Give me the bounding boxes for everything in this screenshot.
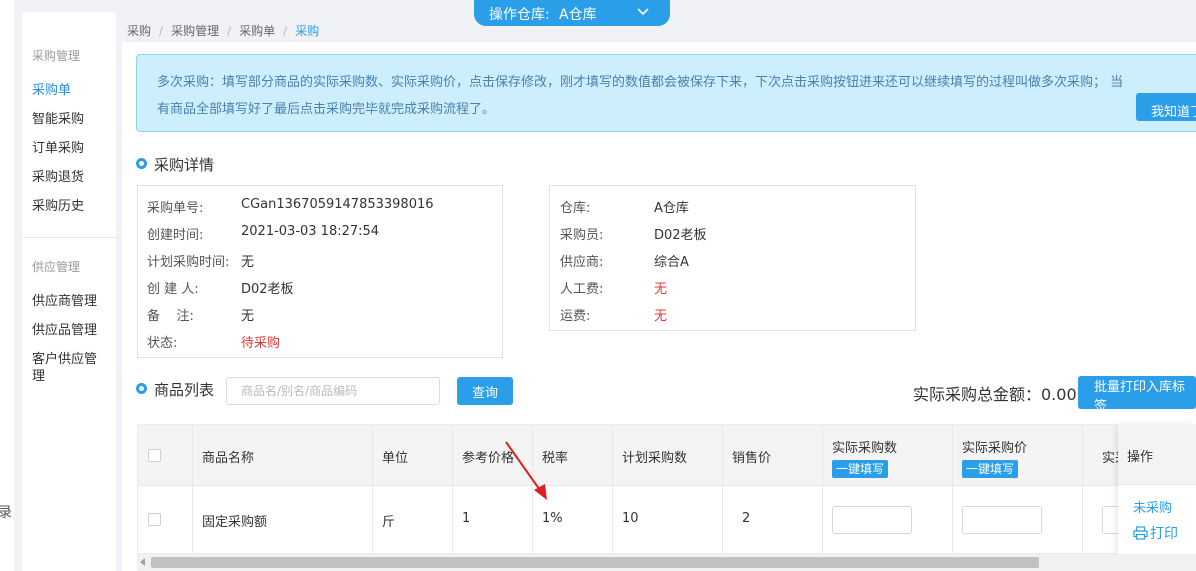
notice-text-line1: 多次采购：填写部分商品的实际采购数、实际采购价，点击保存修改，刚才填写的数值都会… (157, 75, 1124, 90)
info-label: 采购单号: (147, 201, 204, 216)
info-label: 计划采购时间: (147, 255, 230, 270)
info-label: 人工费: (560, 282, 604, 297)
supplier: 综合A (654, 255, 689, 270)
sidebar-item-supplier-mgmt[interactable]: 供应商管理 (32, 293, 112, 310)
actual-price-input[interactable] (962, 506, 1042, 534)
search-button[interactable]: 查询 (457, 377, 513, 405)
total-amount: 实际采购总金额：0.00 (913, 385, 1077, 404)
notice-dismiss-button[interactable]: 我知道了 (1136, 93, 1196, 121)
breadcrumb-current: 采购 (295, 24, 320, 38)
scroll-left-icon[interactable] (140, 558, 145, 566)
sidebar-item-supply-goods-mgmt[interactable]: 供应品管理 (32, 322, 112, 339)
buyer: D02老板 (654, 228, 707, 243)
left-edge-glyph: 录 (0, 505, 12, 521)
breadcrumb-item-purchase-order[interactable]: 采购单 (239, 24, 275, 38)
info-label: 创建时间: (147, 228, 204, 243)
info-label: 采购员: (560, 228, 604, 243)
sidebar-group-supply-title: 供应管理 (32, 260, 81, 274)
warehouse-label: 操作仓库: (489, 7, 550, 23)
printer-icon (1133, 526, 1148, 540)
breadcrumb-item-purchase-mgmt[interactable]: 采购管理 (171, 24, 219, 38)
sidebar-item-customer-supply-mgmt[interactable]: 客户供应管理 (32, 351, 104, 385)
scrollbar-thumb[interactable] (151, 557, 1039, 568)
order-number: CGan1367059147853398016 (241, 197, 434, 212)
print-link[interactable]: 打印 (1133, 523, 1178, 543)
detail-section-title: 采购详情 (154, 156, 215, 174)
info-label: 仓库: (560, 201, 591, 216)
product-name: 固定采购额 (202, 515, 268, 530)
breadcrumb: 采购 / 采购管理 / 采购单 / 采购 (127, 24, 320, 38)
notice-text-line2: 有商品全部填写好了最后点击采购完毕就完成采购流程了。 (157, 102, 496, 117)
fill-actual-price-button[interactable]: 一键填写 (962, 460, 1019, 478)
operation-column: 操作 未采购 打印 (1118, 424, 1196, 554)
sidebar-item-smart-purchase[interactable]: 智能采购 (32, 111, 112, 128)
planned-time: 无 (241, 255, 255, 270)
section-bullet-icon (136, 383, 147, 394)
sidebar-divider (22, 237, 116, 238)
annotation-arrow-icon (505, 441, 547, 500)
sale-price: 2 (742, 511, 751, 526)
row-checkbox[interactable] (148, 513, 161, 526)
sidebar-item-purchase-history[interactable]: 采购历史 (32, 198, 112, 215)
warehouse-selector[interactable]: 操作仓库: A仓库 (474, 0, 670, 26)
sidebar: 采购管理 采购单 智能采购 订单采购 采购退货 采购历史 供应管理 供应商管理 … (22, 12, 116, 571)
print-link-label: 打印 (1150, 526, 1178, 542)
warehouse-value: A仓库 (559, 7, 597, 23)
not-purchased-link[interactable]: 未采购 (1133, 497, 1172, 516)
detail-info-left: 采购单号: CGan1367059147853398016 创建时间: 2021… (137, 185, 503, 358)
select-all-checkbox[interactable] (148, 449, 161, 462)
info-label: 供应商: (560, 255, 604, 270)
batch-print-labels-button[interactable]: 批量打印入库标签 (1078, 376, 1196, 413)
creator: D02老板 (241, 282, 294, 297)
actual-qty-input[interactable] (832, 506, 912, 534)
tax-rate: 1% (542, 511, 563, 526)
horizontal-scrollbar[interactable] (137, 554, 1196, 571)
sidebar-group-purchase-title: 采购管理 (32, 49, 81, 63)
planned-qty: 10 (622, 511, 639, 526)
created-time: 2021-03-03 18:27:54 (241, 224, 380, 239)
labor-cost: 无 (654, 282, 668, 297)
info-label: 运费: (560, 309, 591, 324)
section-bullet-icon (136, 158, 147, 169)
info-label: 创 建 人: (147, 282, 199, 297)
info-label: 备 注: (147, 309, 194, 324)
freight-cost: 无 (654, 309, 668, 324)
status-badge: 待采购 (241, 336, 281, 351)
sidebar-item-order-purchase[interactable]: 订单采购 (32, 140, 112, 157)
sidebar-item-purchase-order[interactable]: 采购单 (32, 82, 112, 99)
reference-price: 1 (462, 511, 471, 526)
breadcrumb-item-purchase[interactable]: 采购 (127, 24, 151, 38)
fill-actual-qty-button[interactable]: 一键填写 (832, 460, 889, 478)
warehouse-value: A仓库 (654, 201, 689, 216)
products-table: 商品名称 单位 参考价格 税率 计划采购数 销售价 实际采购数 一键填写 实际采… (137, 424, 1196, 554)
operation-header: 操作 (1118, 424, 1196, 485)
left-edge-strip: 录 (0, 0, 14, 571)
detail-info-right: 仓库: A仓库 采购员: D02老板 供应商: 综合A 人工费: 无 运费: 无 (549, 185, 916, 331)
sidebar-item-purchase-return[interactable]: 采购退货 (32, 169, 112, 186)
remark: 无 (241, 309, 255, 324)
products-section-title: 商品列表 (154, 381, 215, 399)
notice-banner: 多次采购：填写部分商品的实际采购数、实际采购价，点击保存修改，刚才填写的数值都会… (136, 54, 1196, 132)
info-label: 状态: (147, 336, 178, 351)
chevron-down-icon (637, 8, 649, 16)
product-unit: 斤 (382, 515, 396, 530)
product-search-input[interactable] (226, 377, 440, 405)
